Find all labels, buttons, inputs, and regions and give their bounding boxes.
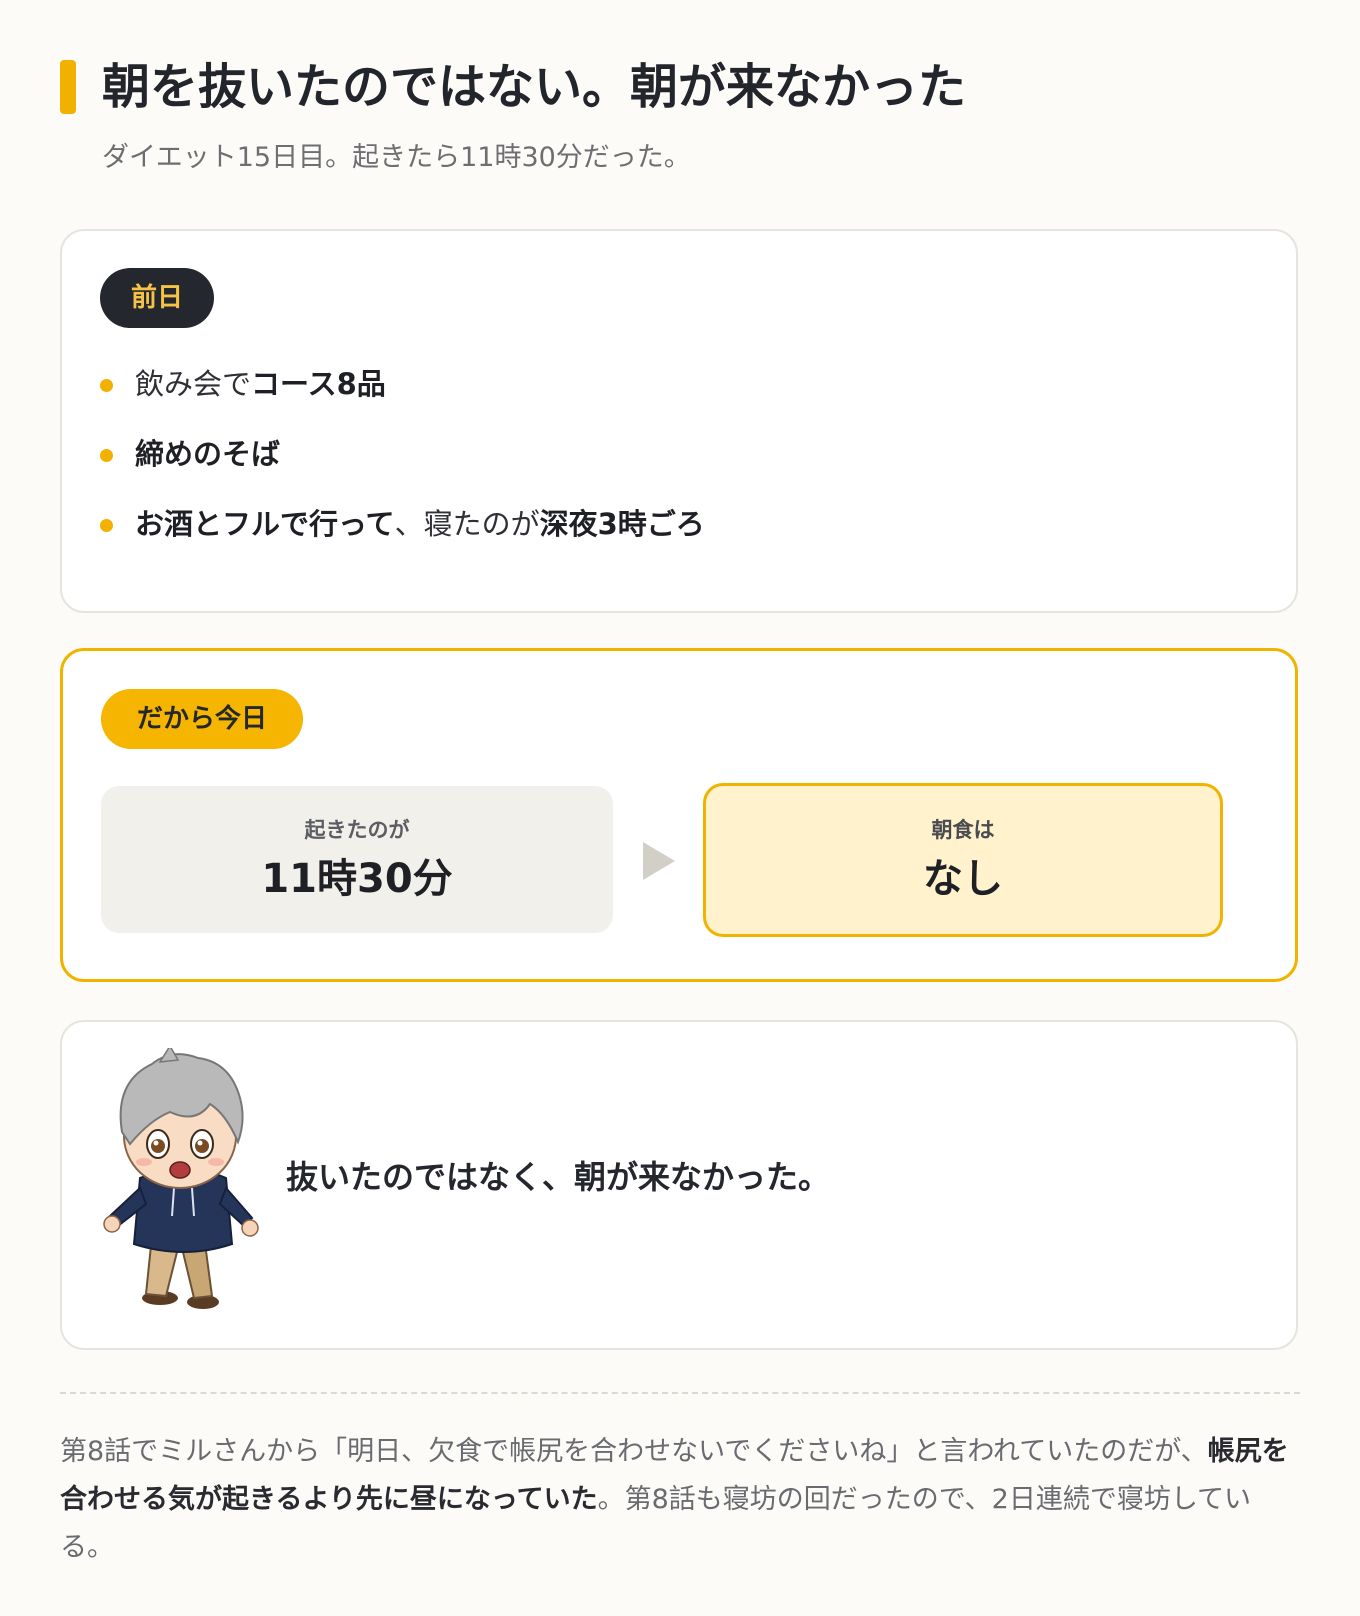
wake-time-label: 起きたのが — [304, 818, 410, 842]
breakfast-value: なし — [923, 856, 1003, 902]
breakfast-label: 朝食は — [931, 818, 995, 842]
page: 朝を抜いたのではない。朝が来なかった ダイエット15日目。起きたら11時30分だ… — [0, 0, 1360, 1616]
today-card: だから今日 起きたのが 11時30分 朝食は なし — [60, 648, 1298, 982]
bullet-emphasis: 締めのそば — [135, 437, 281, 471]
wake-time-value: 11時30分 — [261, 856, 453, 902]
divider — [60, 1392, 1300, 1394]
previous-day-list: 飲み会でコース8品 締めのそば お酒とフルで行って、寝たのが深夜3時ごろ — [100, 361, 705, 571]
previous-day-card: 前日 飲み会でコース8品 締めのそば お酒とフルで行って、寝たのが深夜3時ごろ — [60, 229, 1298, 613]
page-title: 朝を抜いたのではない。朝が来なかった — [102, 59, 967, 115]
bullet-emphasis: お酒とフルで行って — [135, 507, 395, 541]
bullet-emphasis: コース8品 — [251, 367, 386, 401]
page-subtitle: ダイエット15日目。起きたら11時30分だった。 — [102, 142, 691, 173]
note-text: 第8話でミルさんから「明日、欠食で帳尻を合わせないでくださいね」と言われていたの… — [60, 1436, 1208, 1467]
arrow-right-icon — [643, 842, 675, 880]
character-card: 抜いたのではなく、朝が来なかった。 — [60, 1020, 1298, 1350]
wake-time-box: 起きたのが 11時30分 — [101, 786, 613, 933]
list-item: 締めのそば — [100, 431, 705, 501]
list-item: 飲み会でコース8品 — [100, 361, 705, 431]
bullet-emphasis: 深夜3時ごろ — [539, 507, 705, 541]
previous-day-pill: 前日 — [100, 268, 214, 328]
today-pill: だから今日 — [101, 689, 303, 749]
title-accent-bar — [60, 60, 76, 114]
note-paragraph: 第8話でミルさんから「明日、欠食で帳尻を合わせないでくださいね」と言われていたの… — [60, 1428, 1300, 1572]
character-illustration — [103, 1048, 259, 1309]
bullet-text: 飲み会で — [135, 367, 252, 401]
list-item: お酒とフルで行って、寝たのが深夜3時ごろ — [100, 501, 705, 571]
character-line: 抜いたのではなく、朝が来なかった。 — [286, 1158, 831, 1196]
bullet-text: 、寝たのが — [394, 507, 540, 541]
breakfast-box: 朝食は なし — [703, 783, 1223, 937]
